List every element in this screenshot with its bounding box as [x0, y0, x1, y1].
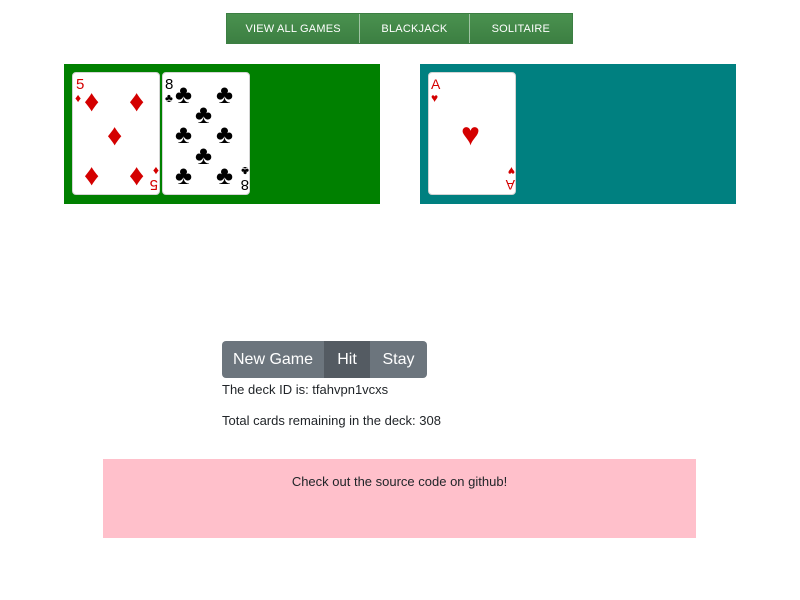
- five-of-diamonds-card-face: 5 ♦ ♦ ♦ ♦ ♦ ♦ 5 ♦: [75, 76, 159, 193]
- svg-text:♣: ♣: [195, 140, 212, 170]
- svg-text:♦: ♦: [129, 85, 144, 118]
- player-hand-area: 5 ♦ ♦ ♦ ♦ ♦ ♦ 5 ♦ 8 ♣ ♣ ♣ ♣ ♣ ♣ ♣ ♣ ♣ 8 …: [64, 64, 380, 204]
- svg-text:♣: ♣: [195, 99, 212, 129]
- card-8-of-clubs: 8 ♣ ♣ ♣ ♣ ♣ ♣ ♣ ♣ ♣ 8 ♣: [162, 72, 250, 195]
- svg-text:♦: ♦: [84, 85, 99, 118]
- top-nav: VIEW ALL GAMES BLACKJACK SOLITAIRE: [226, 13, 573, 44]
- svg-text:♥: ♥: [508, 164, 515, 178]
- svg-text:♣: ♣: [216, 119, 233, 149]
- svg-text:♣: ♣: [175, 160, 192, 190]
- svg-text:♥: ♥: [461, 116, 480, 152]
- nav-solitaire-button[interactable]: SOLITAIRE: [469, 14, 573, 43]
- svg-text:A: A: [505, 177, 515, 193]
- svg-text:♦: ♦: [75, 91, 81, 105]
- svg-text:♦: ♦: [129, 159, 144, 192]
- svg-text:♣: ♣: [241, 164, 249, 178]
- eight-of-clubs-card-face: 8 ♣ ♣ ♣ ♣ ♣ ♣ ♣ ♣ ♣ 8 ♣: [165, 76, 249, 193]
- svg-text:♥: ♥: [431, 91, 438, 105]
- hit-button[interactable]: Hit: [324, 341, 370, 378]
- cards-remaining-text: Total cards remaining in the deck: 308: [222, 413, 441, 428]
- deck-id-text: The deck ID is: tfahvpn1vcxs: [222, 382, 389, 397]
- github-source-link[interactable]: Check out the source code on github!: [103, 474, 696, 489]
- svg-text:♣: ♣: [175, 119, 192, 149]
- svg-text:♣: ♣: [175, 79, 192, 109]
- dealer-hand-area: A ♥ ♥ A ♥: [420, 64, 736, 204]
- svg-text:♦: ♦: [84, 159, 99, 192]
- nav-view-all-games-button[interactable]: VIEW ALL GAMES: [227, 14, 361, 43]
- game-controls: New Game Hit Stay: [222, 341, 427, 378]
- footer-banner: Check out the source code on github!: [103, 459, 696, 538]
- new-game-button[interactable]: New Game: [222, 341, 324, 378]
- svg-text:A: A: [431, 76, 441, 92]
- nav-blackjack-button[interactable]: BLACKJACK: [360, 14, 470, 43]
- ace-of-hearts-card-face: A ♥ ♥ A ♥: [431, 76, 515, 193]
- svg-text:♦: ♦: [107, 119, 122, 152]
- svg-text:♣: ♣: [216, 79, 233, 109]
- svg-text:♣: ♣: [216, 160, 233, 190]
- stay-button[interactable]: Stay: [370, 341, 427, 378]
- svg-text:♦: ♦: [153, 164, 159, 178]
- svg-text:♣: ♣: [165, 91, 173, 105]
- card-5-of-diamonds: 5 ♦ ♦ ♦ ♦ ♦ ♦ 5 ♦: [72, 72, 160, 195]
- card-ace-of-hearts: A ♥ ♥ A ♥: [428, 72, 516, 195]
